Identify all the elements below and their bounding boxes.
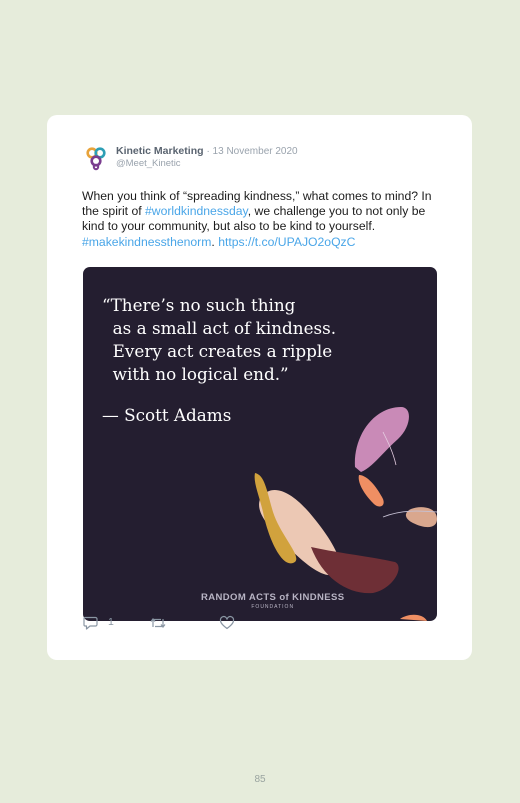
author-name[interactable]: Kinetic Marketing · 13 November 2020 xyxy=(116,145,298,157)
kinetic-logo-icon xyxy=(86,147,106,171)
tweet-text: When you think of “spreading kindness,” … xyxy=(82,189,432,249)
heart-icon[interactable] xyxy=(219,615,235,631)
quote-author: — Scott Adams xyxy=(102,405,232,425)
hashtag-worldkindnessday[interactable]: #worldkindnessday xyxy=(145,204,248,218)
rak-foundation-logo: RANDOM ACTS of KINDNESS FOUNDATION xyxy=(201,592,345,610)
tweet-date: · 13 November 2020 xyxy=(206,146,298,157)
reply-count: 1 xyxy=(108,616,114,628)
hashtag-makekindnessthenorm[interactable]: #makekindnessthenorm xyxy=(82,235,211,249)
quote-text: “There’s no such thing as a small act of… xyxy=(102,295,337,384)
tweet-link[interactable]: https://t.co/UPAJO2oQzC xyxy=(218,235,355,249)
tweet-image[interactable]: “There’s no such thing as a small act of… xyxy=(83,267,437,621)
tweet-card: Kinetic Marketing · 13 November 2020 @Me… xyxy=(47,115,472,660)
retweet-icon[interactable] xyxy=(149,615,167,631)
page-number: 85 xyxy=(254,774,266,785)
author-handle[interactable]: @Meet_Kinetic xyxy=(116,158,181,169)
reply-icon[interactable] xyxy=(83,615,99,631)
